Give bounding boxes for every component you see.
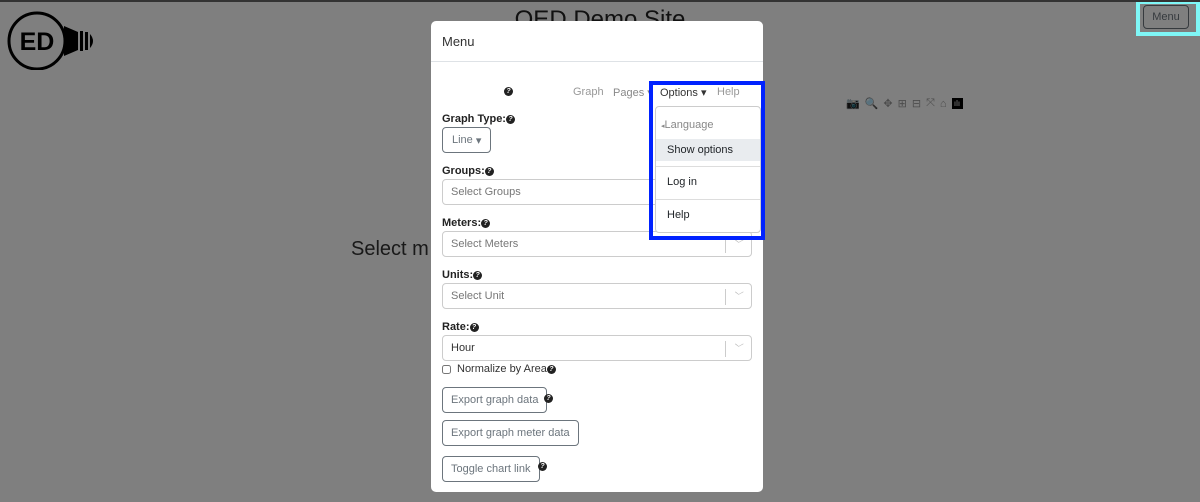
- rate-value: Hour: [451, 342, 475, 354]
- modal-title: Menu: [431, 21, 763, 62]
- help-icon[interactable]: ?: [469, 322, 479, 332]
- rate-select[interactable]: Hour ﹀: [442, 335, 752, 361]
- help-icon[interactable]: ?: [473, 270, 483, 280]
- units-label-text: Units:: [442, 269, 474, 281]
- meters-placeholder: Select Meters: [451, 238, 519, 250]
- nav-graph[interactable]: Graph: [573, 86, 604, 98]
- normalize-row: Normalize by Area?: [442, 363, 556, 375]
- highlight-box-menu: [1136, 0, 1200, 36]
- rate-label-text: Rate:: [442, 321, 470, 333]
- groups-placeholder: Select Groups: [451, 186, 521, 198]
- help-icon[interactable]: ?: [505, 114, 515, 124]
- nav-pages-label: Pages: [613, 87, 645, 99]
- export-graph-data-button[interactable]: Export graph data: [442, 387, 548, 413]
- graph-type-label-text: Graph Type:: [442, 113, 506, 125]
- chevron-down-icon: ﹀: [732, 291, 742, 301]
- units-select[interactable]: Select Unit ﹀: [442, 283, 752, 309]
- graph-type-label: Graph Type:?: [442, 113, 515, 125]
- rate-label: Rate:?: [442, 321, 479, 333]
- normalize-checkbox[interactable]: [442, 364, 451, 374]
- groups-label-text: Groups:: [442, 165, 485, 177]
- groups-label: Groups:?: [442, 165, 494, 177]
- help-icon[interactable]: ?: [484, 166, 494, 176]
- normalize-label-text: Normalize by Area: [457, 363, 547, 375]
- highlight-box-options: [649, 81, 765, 240]
- units-placeholder: Select Unit: [451, 290, 505, 302]
- help-icon[interactable]: ?: [504, 85, 513, 97]
- units-label: Units:?: [442, 269, 483, 281]
- help-icon[interactable]: ?: [546, 364, 556, 374]
- toggle-chart-link-button[interactable]: Toggle chart link: [442, 456, 540, 482]
- help-icon[interactable]: ?: [538, 462, 547, 471]
- caret-down-icon: ▾: [475, 134, 482, 147]
- export-graph-meter-data-button[interactable]: Export graph meter data: [442, 420, 579, 446]
- top-border: [0, 0, 1200, 2]
- help-icon[interactable]: ?: [481, 218, 491, 228]
- normalize-label: Normalize by Area?: [457, 363, 556, 375]
- meters-label: Meters:?: [442, 217, 491, 229]
- nav-pages[interactable]: Pages ▾: [613, 86, 653, 99]
- graph-type-dropdown[interactable]: Line ▾: [442, 127, 492, 153]
- meters-label-text: Meters:: [442, 217, 482, 229]
- graph-type-value: Line: [452, 134, 473, 146]
- help-icon[interactable]: ?: [544, 394, 553, 403]
- chevron-down-icon: ﹀: [732, 343, 742, 353]
